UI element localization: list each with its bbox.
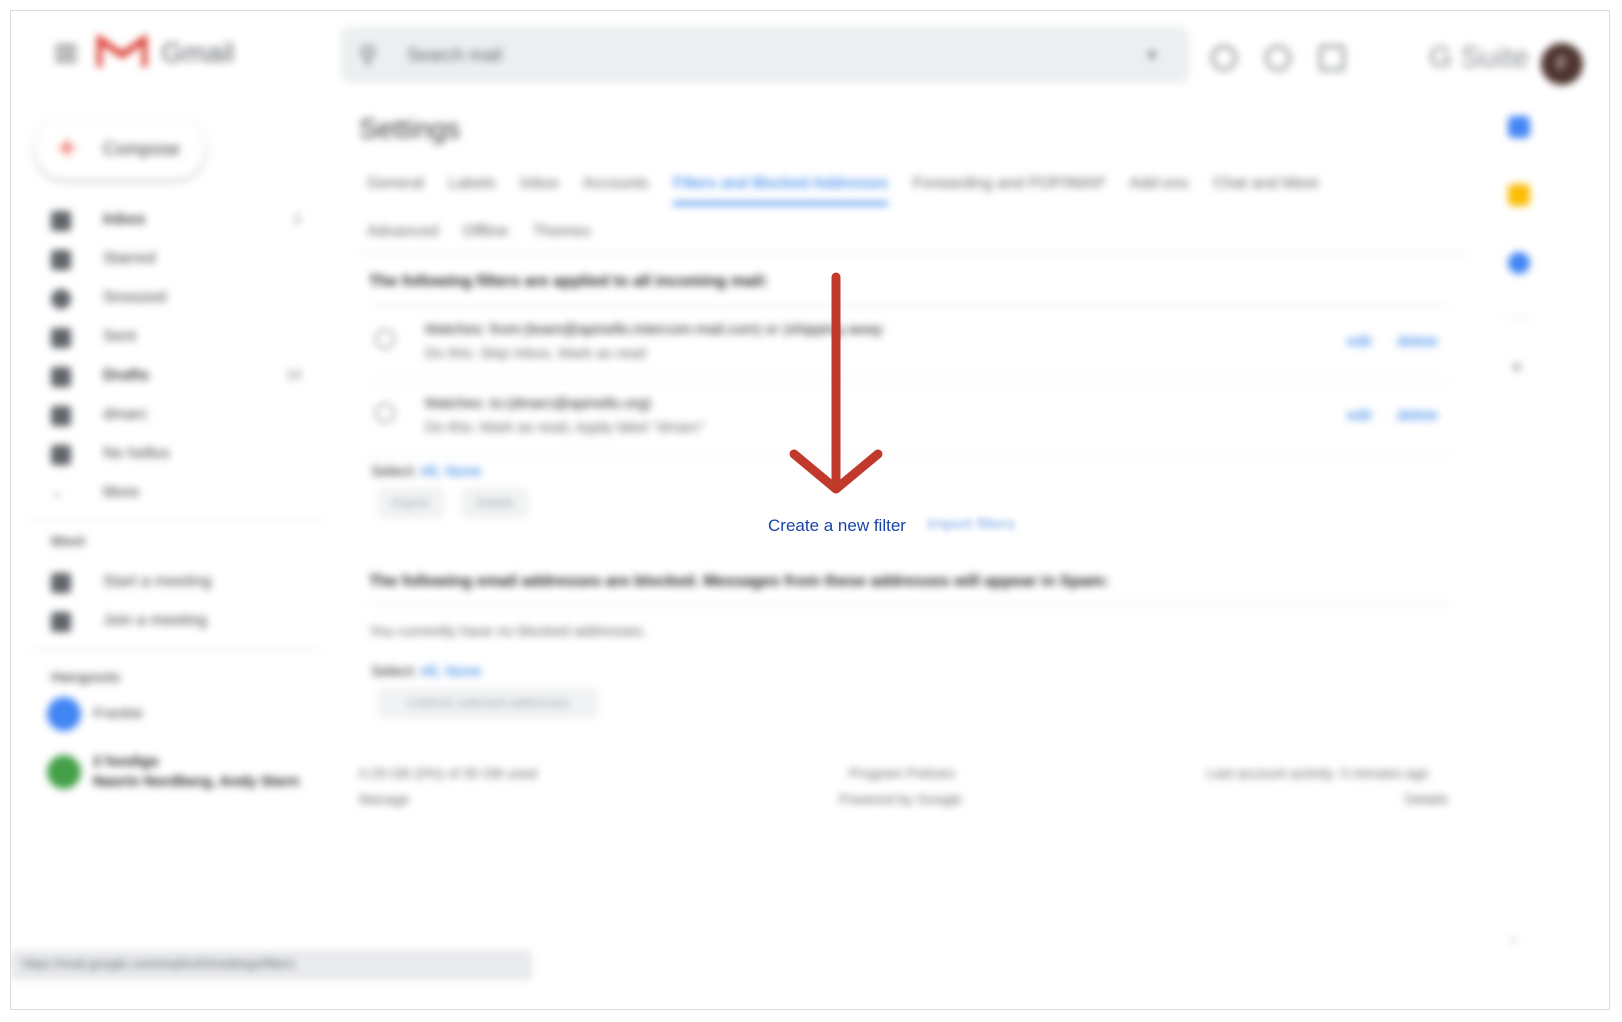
browser-frame: Gmail ⚲ Search mail ▼ G Suite F + Compos… <box>10 10 1610 1010</box>
import-filters-link[interactable]: Import filters <box>927 516 1015 534</box>
red-arrow-down-icon <box>789 272 883 494</box>
create-new-filter-link[interactable]: Create a new filter <box>768 516 906 536</box>
